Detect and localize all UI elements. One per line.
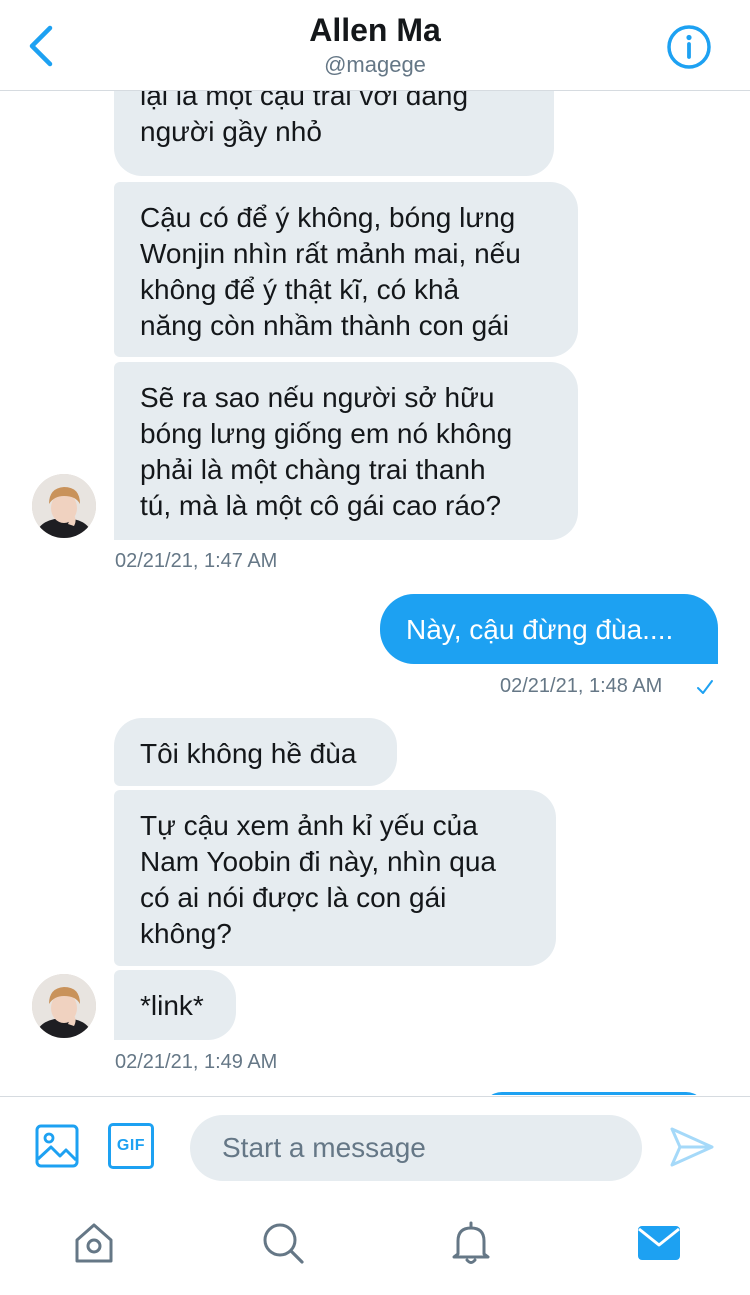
- bell-icon: [452, 1221, 490, 1264]
- message-thread[interactable]: lại là một cậu trai với dáng người gầy n…: [0, 90, 750, 1095]
- send-button[interactable]: [668, 1125, 716, 1169]
- send-icon: [670, 1127, 714, 1167]
- message-text: không?: [140, 918, 232, 949]
- message-text: Nam Yoobin đi này, nhìn qua: [140, 846, 496, 877]
- mail-icon: [638, 1226, 680, 1260]
- message-bubble-sent[interactable]: [482, 1092, 706, 1095]
- info-button[interactable]: [666, 24, 712, 70]
- contact-name: Allen Ma: [309, 12, 441, 48]
- tab-messages[interactable]: [636, 1220, 682, 1266]
- timestamp: 02/21/21, 1:47 AM: [115, 550, 278, 572]
- message-text: Này, cậu đừng đùa....: [406, 614, 674, 645]
- image-icon: [35, 1124, 79, 1168]
- add-image-button[interactable]: [34, 1123, 80, 1169]
- conversation-header: Allen Ma @magege: [0, 0, 750, 91]
- message-text: có ai nói được là con gái: [140, 882, 447, 913]
- message-text: lại là một cậu trai với dáng: [140, 90, 469, 111]
- message-bubble[interactable]: Tôi không hề đùa: [114, 718, 397, 786]
- add-gif-button[interactable]: GIF: [108, 1123, 154, 1169]
- tab-home[interactable]: [71, 1220, 117, 1266]
- contact-handle: @magege: [324, 52, 426, 77]
- message-text: người gầy nhỏ: [140, 116, 322, 147]
- message-bubble[interactable]: Tự cậu xem ảnh kỉ yếu của Nam Yoobin đi …: [114, 790, 556, 966]
- message-text: năng còn nhầm thành con gái: [140, 310, 509, 341]
- avatar-photo: [32, 474, 96, 538]
- message-composer: GIF: [0, 1096, 750, 1197]
- check-icon: [697, 680, 713, 694]
- info-icon: [667, 25, 711, 69]
- tab-search[interactable]: [260, 1220, 306, 1266]
- message-text: Wonjin nhìn rất mảnh mai, nếu: [140, 238, 521, 269]
- message-text: phải là một chàng trai thanh: [140, 454, 486, 485]
- message-input[interactable]: [190, 1115, 642, 1181]
- search-icon: [263, 1223, 304, 1264]
- message-bubble[interactable]: Sẽ ra sao nếu người sở hữu bóng lưng giố…: [114, 362, 578, 540]
- message-text: Sẽ ra sao nếu người sở hữu: [140, 382, 495, 413]
- message-text: Cậu có để ý không, bóng lưng: [140, 202, 516, 233]
- timestamp: 02/21/21, 1:48 AM: [500, 675, 663, 697]
- message-text: bóng lưng giống em nó không: [140, 418, 513, 449]
- avatar[interactable]: [32, 474, 96, 538]
- message-bubble[interactable]: Cậu có để ý không, bóng lưng Wonjin nhìn…: [114, 182, 578, 357]
- message-text: Tôi không hề đùa: [140, 738, 357, 769]
- message-bubble-sent[interactable]: Này, cậu đừng đùa....: [380, 594, 718, 664]
- home-icon: [75, 1223, 113, 1263]
- message-bubble[interactable]: *link*: [114, 970, 236, 1040]
- message-text: tú, mà là một cô gái cao ráo?: [140, 490, 502, 521]
- avatar-photo: [32, 974, 96, 1038]
- timestamp: 02/21/21, 1:49 AM: [115, 1051, 278, 1073]
- gif-label: GIF: [116, 1137, 146, 1154]
- avatar[interactable]: [32, 974, 96, 1038]
- message-bubble[interactable]: lại là một cậu trai với dáng người gầy n…: [114, 90, 554, 176]
- message-text: không để ý thật kĩ, có khả: [140, 274, 460, 305]
- bottom-tab-bar: [0, 1196, 750, 1295]
- message-text: Tự cậu xem ảnh kỉ yếu của: [140, 810, 478, 841]
- tab-notifications[interactable]: [448, 1220, 494, 1266]
- message-text: *link*: [140, 990, 204, 1021]
